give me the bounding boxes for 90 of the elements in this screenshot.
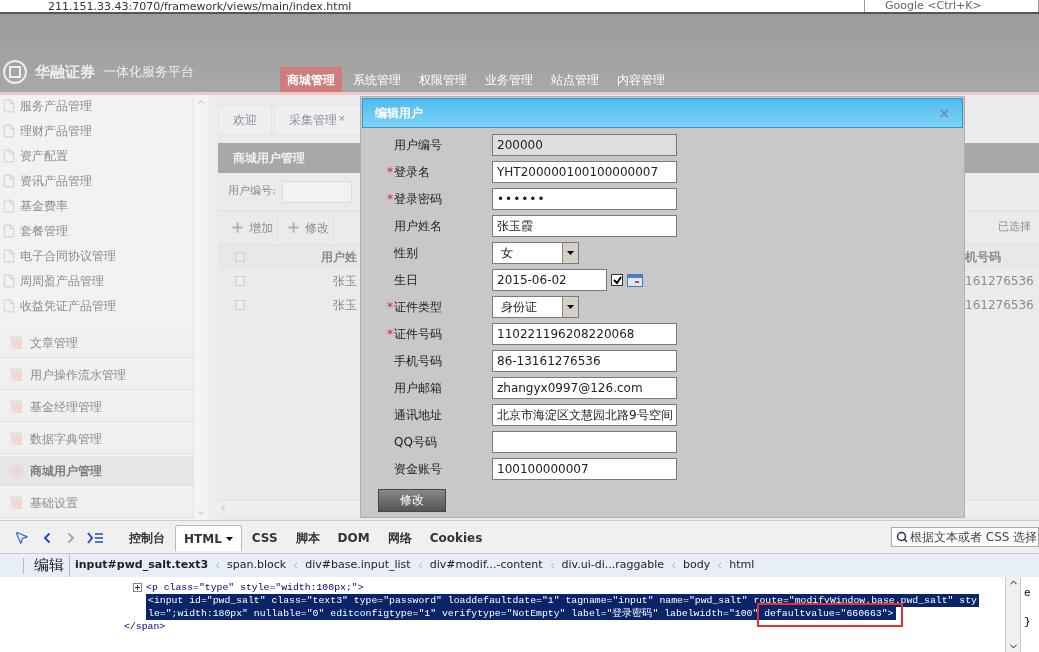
field-label: 证件类型	[394, 299, 442, 316]
document-icon	[2, 198, 16, 213]
expand-icon[interactable]	[133, 583, 142, 592]
document-icon	[2, 173, 16, 188]
field-label: 登录密码	[394, 191, 442, 208]
required-mark: *	[387, 164, 394, 181]
document-icon	[2, 298, 16, 313]
devtools-tab[interactable]: 脚本	[287, 525, 328, 551]
required-mark: *	[387, 191, 394, 208]
code-text: e	[1024, 586, 1032, 601]
dialog-title: 编辑用户	[375, 105, 423, 122]
field-label: QQ号码	[393, 434, 437, 451]
caret-icon	[225, 536, 233, 541]
table-cell-text: 张玉	[333, 273, 357, 290]
column-header: 用户姓	[321, 249, 357, 266]
logo-name: 华融证券	[35, 61, 95, 83]
devtools-tab[interactable]: DOM	[329, 525, 378, 551]
input-field[interactable]: 北京市海淀区文慧园北路9号空间	[492, 404, 677, 426]
calendar-icon[interactable]	[627, 273, 643, 287]
document-icon	[2, 98, 16, 113]
field-label: 资金账号	[393, 461, 442, 478]
input-field[interactable]: 200000	[492, 134, 677, 156]
submit-button[interactable]: 修改	[378, 488, 446, 512]
field-label: 用户编号:	[228, 183, 276, 200]
folder-icon	[10, 495, 24, 510]
date-field[interactable]: 2015-06-02	[492, 269, 607, 291]
input-field[interactable]	[492, 431, 677, 453]
document-icon	[2, 248, 16, 263]
input-field[interactable]: 张玉霞	[492, 215, 677, 237]
scroll-left-icon[interactable]	[218, 502, 228, 513]
field-label: 用户邮箱	[393, 380, 442, 397]
breadcrumb[interactable]: div.ui-di...raggable	[561, 557, 665, 574]
breadcrumb[interactable]: span.block	[227, 557, 287, 574]
input-field[interactable]: zhangyx0997@126.com	[492, 377, 677, 399]
table-cell-text: 161276536	[965, 273, 1035, 290]
field-label: 证件号码	[394, 326, 442, 343]
field-label: 手机号码	[393, 353, 442, 370]
folder-icon	[10, 431, 24, 446]
input-field[interactable]: 100100000007	[492, 458, 677, 480]
breadcrumb[interactable]: input#pwd_salt.text3	[75, 557, 209, 574]
breadcrumb[interactable]: div#base.input_list	[305, 557, 411, 574]
devtools-tab[interactable]: CSS	[243, 525, 286, 551]
checkbox[interactable]	[611, 274, 623, 286]
url-text[interactable]: 211.151.33.43:7070/framework/views/main/index.html	[48, 0, 352, 12]
breadcrumb[interactable]: div#modif...-content	[429, 557, 543, 574]
document-icon	[2, 273, 16, 288]
input-field[interactable]: 110221196208220068	[492, 323, 677, 345]
select-field[interactable]: 身份证	[492, 296, 579, 318]
table-cell-text: 张玉	[333, 297, 357, 314]
scrollbar[interactable]	[1005, 577, 1021, 652]
logo-icon	[3, 60, 27, 84]
plus-icon	[230, 220, 245, 235]
search-field[interactable]: 根据文本或者 CSS 选择	[891, 527, 1039, 547]
input-field[interactable]: YHT200000100100000007	[492, 161, 677, 183]
plus-icon	[286, 220, 301, 235]
table-cell-text: 161276536	[965, 297, 1035, 314]
field-label: 用户姓名	[393, 218, 442, 235]
inspect-icon[interactable]	[14, 530, 29, 545]
devtools-tab[interactable]: 控制台	[121, 525, 173, 551]
command-line-icon[interactable]	[87, 532, 103, 544]
field-label: 登录名	[394, 164, 430, 181]
folder-icon	[10, 335, 24, 350]
breadcrumb[interactable]: body	[683, 557, 711, 574]
field-label: 生日	[393, 272, 418, 289]
devtools-tab[interactable]: Cookies	[421, 525, 491, 551]
folder-icon	[10, 367, 24, 382]
field-label: 性别	[393, 245, 418, 262]
field-label: 用户编号	[393, 137, 442, 154]
input-field[interactable]: 86-13161276536	[492, 350, 677, 372]
password-field[interactable]: ••••••	[492, 188, 677, 210]
panel-title: 商城用户管理	[233, 150, 305, 167]
required-mark: *	[387, 299, 394, 316]
devtools-tab[interactable]: HTML	[175, 525, 242, 551]
document-icon	[2, 223, 16, 238]
document-icon	[2, 148, 16, 163]
required-mark: *	[387, 326, 394, 343]
code-line: <p class="type" style="width:100px;">	[146, 581, 364, 594]
selection-note: 已选择	[998, 219, 1031, 236]
breadcrumb[interactable]: html	[729, 557, 755, 574]
code-line: </span>	[124, 620, 166, 633]
column-header: 机号码	[965, 249, 1002, 266]
edit-button[interactable]: 编辑	[29, 554, 70, 577]
document-icon	[2, 123, 16, 138]
search-icon	[896, 531, 908, 543]
folder-icon	[10, 399, 24, 414]
search-field[interactable]: Google <Ctrl+K>	[864, 0, 1039, 12]
code-text: }	[1024, 614, 1032, 630]
field-label: 通讯地址	[393, 407, 442, 424]
devtools-tab[interactable]: 网络	[379, 525, 420, 551]
select-field[interactable]: 女	[492, 242, 579, 264]
